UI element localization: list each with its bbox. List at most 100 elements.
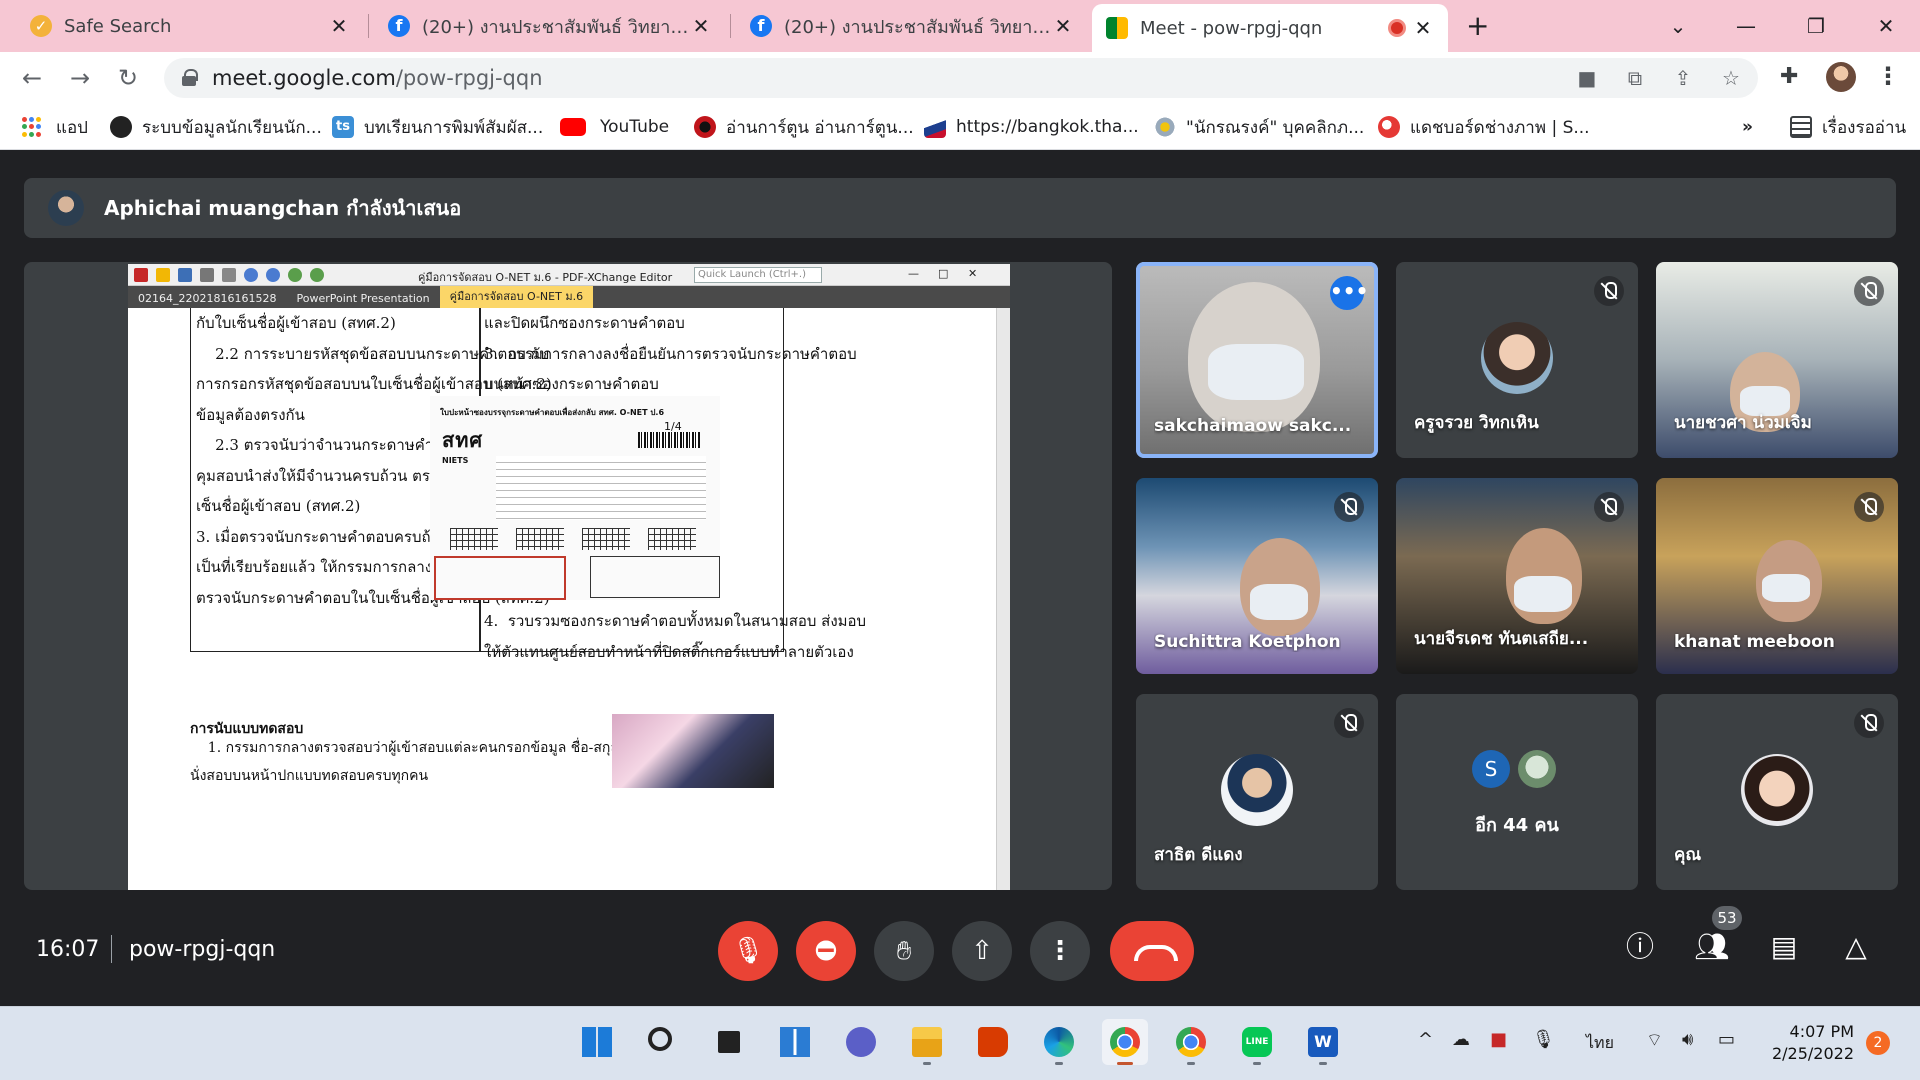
back-arrow-icon[interactable]: ← — [16, 62, 48, 94]
mic-off-icon — [1854, 708, 1884, 738]
app-tray-icon[interactable]: ■ — [1490, 1029, 1507, 1050]
participant-tile-overflow[interactable]: S อีก 44 คน — [1396, 694, 1638, 890]
close-icon[interactable]: ✕ — [1412, 16, 1434, 40]
close-icon[interactable]: ✕ — [690, 14, 712, 38]
widgets-button[interactable] — [772, 1019, 818, 1065]
bookmark-manga[interactable]: อ่านการ์ตูน อ่านการ์ตูน... — [694, 114, 914, 140]
show-hidden-icons-chevron-icon[interactable]: ^ — [1418, 1029, 1433, 1050]
document-line: การกรอกรหัสชุดข้อสอบบนใบเซ็นชื่อผู้เข้าส… — [196, 375, 552, 393]
volume-icon[interactable]: 🔊︎ — [1682, 1029, 1693, 1050]
document-line: 4. รวบรวมซองกระดาษคำตอบทั้งหมดในสนามสอบ … — [484, 612, 867, 630]
open-external-icon[interactable]: ⧉ — [1622, 66, 1648, 90]
meeting-info-icon[interactable]: ⓘ — [1618, 925, 1662, 969]
reading-list-button[interactable]: เรื่องรออ่าน — [1790, 114, 1906, 140]
taskbar-clock[interactable]: 4:07 PM 2/25/2022 — [1764, 1021, 1854, 1065]
activities-icon[interactable]: △ — [1834, 925, 1878, 969]
restore-button[interactable]: ❐ — [1786, 8, 1846, 44]
raise-hand-button[interactable]: ✋︎ — [874, 921, 934, 981]
participant-tile-self[interactable]: คุณ — [1656, 694, 1898, 890]
wifi-icon[interactable]: ⌔ — [1646, 1029, 1663, 1052]
windows-start-button[interactable] — [574, 1019, 620, 1065]
share-icon[interactable]: ⇪ — [1670, 66, 1696, 90]
bookmark-student-system[interactable]: ระบบข้อมูลนักเรียนนัก... — [110, 114, 322, 140]
extensions-puzzle-icon[interactable]: ✚ — [1780, 64, 1798, 89]
onedrive-icon[interactable]: ☁ — [1452, 1029, 1470, 1050]
meeting-code: pow-rpgj-qqn — [129, 937, 276, 962]
teams-chat-button[interactable] — [838, 1019, 884, 1065]
chrome-profile-button[interactable] — [1168, 1019, 1214, 1065]
participant-tile[interactable]: นายจีรเดช ทันตเสถีย... — [1396, 478, 1638, 674]
file-explorer-button[interactable] — [904, 1019, 950, 1065]
camera-off-button[interactable]: ⛔︎ — [796, 921, 856, 981]
bookmarks-overflow-button[interactable]: » — [1742, 114, 1753, 140]
pdf-window-title: คู่มือการจัดสอบ O-NET ม.6 - PDF-XChange … — [418, 271, 673, 284]
browser-menu-icon[interactable]: ⋮ — [1876, 62, 1900, 90]
tab-meet[interactable]: Meet - pow-rpgj-qqn ✕ — [1092, 4, 1448, 52]
tab-facebook-1[interactable]: f (20+) งานประชาสัมพันธ์ วิทยาลัยพณิชยกา… — [374, 6, 726, 46]
tab-search-chevron-icon[interactable]: ⌄ — [1648, 8, 1708, 44]
participant-tile[interactable]: khanat meeboon — [1656, 478, 1898, 674]
camera-icon[interactable]: ■ — [1574, 66, 1600, 90]
chrome-button[interactable] — [1102, 1019, 1148, 1065]
participant-name: sakchaimaow sakc... — [1154, 416, 1352, 436]
facebook-icon: f — [750, 15, 772, 37]
url-text[interactable]: meet.google.com/pow-rpgj-qqn — [212, 66, 543, 90]
forward-arrow-icon[interactable]: → — [64, 62, 96, 94]
participant-tile[interactable]: สาธิต ดีแดง — [1136, 694, 1378, 890]
edge-button[interactable] — [1036, 1019, 1082, 1065]
lock-icon[interactable] — [182, 69, 198, 87]
document-line: 1. กรรมการกลางตรวจสอบว่าผู้เข้าสอบแต่ละค… — [190, 740, 681, 756]
screen-share-panel[interactable]: คู่มือการจัดสอบ O-NET ม.6 - PDF-XChange … — [24, 262, 1112, 890]
bookmark-campaigner[interactable]: "นักรณรงค์" บุคคลิกภ... — [1154, 114, 1364, 140]
participant-tile[interactable]: ••• sakchaimaow sakc... — [1136, 262, 1378, 458]
participant-name: Suchittra Koetphon — [1154, 632, 1341, 652]
search-button[interactable] — [640, 1019, 686, 1065]
language-indicator[interactable]: ไทย — [1586, 1031, 1614, 1056]
bookmark-youtube[interactable]: YouTube — [560, 114, 669, 140]
bookmark-dashboard[interactable]: แดชบอร์ดช่างภาพ | S... — [1378, 114, 1590, 140]
close-icon[interactable]: ✕ — [1052, 14, 1074, 38]
highlighted-signature-box — [434, 556, 566, 600]
bookmark-star-icon[interactable]: ☆ — [1718, 66, 1744, 90]
participant-tile[interactable]: นายชวศา น่วมเจิม — [1656, 262, 1898, 458]
present-screen-button[interactable]: ⇧ — [952, 921, 1012, 981]
close-icon[interactable]: ✕ — [328, 14, 350, 38]
leave-call-button[interactable] — [1110, 921, 1194, 981]
battery-icon[interactable]: ▭ — [1718, 1029, 1735, 1050]
more-options-button[interactable]: ⋮ — [1030, 921, 1090, 981]
participant-count-badge: 53 — [1712, 906, 1742, 930]
apps-icon — [22, 117, 42, 137]
mic-off-icon — [1594, 492, 1624, 522]
word-button[interactable]: W — [1300, 1019, 1346, 1065]
pdf-titlebar: คู่มือการจัดสอบ O-NET ม.6 - PDF-XChange … — [128, 264, 1010, 286]
mic-off-button[interactable]: 🎙︎ — [718, 921, 778, 981]
participants-icon[interactable]: 👥︎ — [1690, 925, 1734, 969]
participant-tile[interactable]: ครูจรวย วิทกเหิน — [1396, 262, 1638, 458]
profile-avatar[interactable] — [1826, 62, 1856, 92]
task-view-button[interactable] — [706, 1019, 752, 1065]
flag-icon — [924, 116, 946, 138]
mic-off-icon — [1854, 276, 1884, 306]
bookmarks-bar: แอป ระบบข้อมูลนักเรียนนัก... ts บทเรียนก… — [0, 104, 1920, 150]
more-options-icon[interactable]: ••• — [1330, 276, 1368, 310]
minimize-button[interactable]: — — [1716, 8, 1776, 44]
undo-icon — [244, 267, 258, 282]
chat-icon[interactable]: ▤ — [1762, 925, 1806, 969]
pdf-tab: 02164_22021816161528 — [138, 292, 277, 305]
line-button[interactable]: LINE — [1234, 1019, 1280, 1065]
tab-safe-search[interactable]: ✓ Safe Search ✕ — [16, 6, 364, 46]
print-icon — [200, 267, 214, 282]
bookmark-bangkok[interactable]: https://bangkok.tha... — [924, 114, 1139, 140]
close-window-button[interactable]: ✕ — [1856, 8, 1916, 44]
bookmark-typing-lessons[interactable]: ts บทเรียนการพิมพ์สัมผัส... — [332, 114, 543, 140]
tab-facebook-2[interactable]: f (20+) งานประชาสัมพันธ์ วิทยาลัยพณิชยกา… — [736, 6, 1088, 46]
address-bar[interactable]: meet.google.com/pow-rpgj-qqn ■ ⧉ ⇪ ☆ — [164, 58, 1758, 98]
microphone-icon[interactable]: 🎙︎ — [1532, 1029, 1555, 1050]
participant-tile[interactable]: Suchittra Koetphon — [1136, 478, 1378, 674]
reload-icon[interactable]: ↻ — [112, 62, 144, 94]
bookmark-apps[interactable]: แอป — [22, 114, 88, 140]
new-tab-button[interactable]: + — [1466, 8, 1489, 44]
office-button[interactable] — [970, 1019, 1016, 1065]
nav-forward-icon — [310, 267, 324, 282]
notification-badge[interactable]: 2 — [1866, 1031, 1890, 1055]
